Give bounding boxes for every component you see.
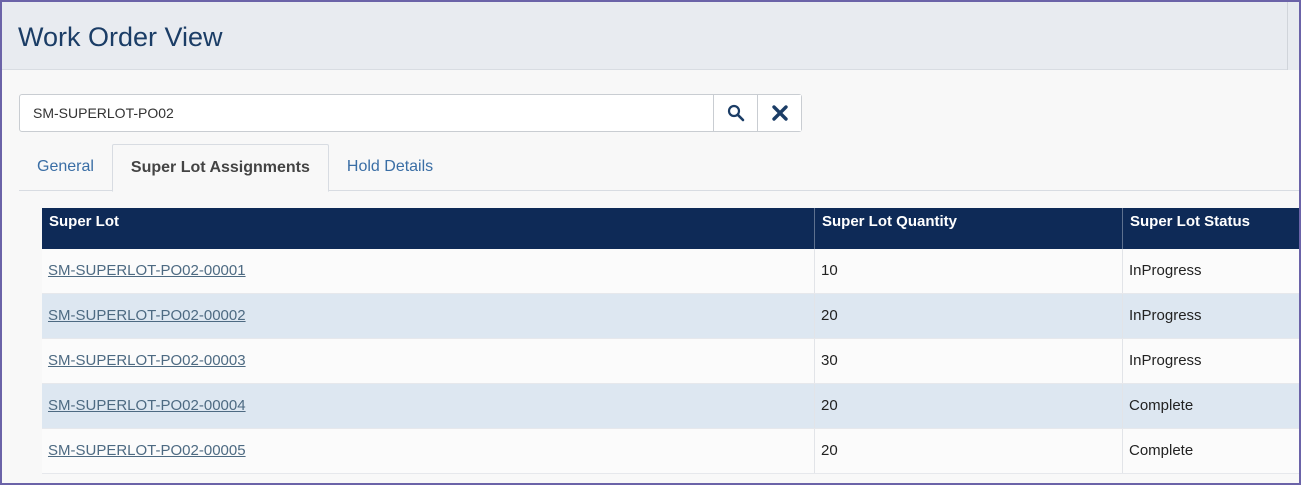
tab-super-lot-assignments[interactable]: Super Lot Assignments: [111, 144, 329, 192]
search-input[interactable]: [20, 95, 713, 131]
table-header: Super Lot Super Lot Quantity Super Lot S…: [42, 208, 1299, 249]
super-lot-link[interactable]: SM-SUPERLOT-PO02-00005: [48, 442, 246, 459]
clear-button[interactable]: [757, 95, 801, 131]
page-header: Work Order View: [2, 2, 1299, 70]
table-row: SM-SUPERLOT-PO02-00001 10 InProgress: [42, 249, 1299, 294]
search-bar: [19, 94, 802, 132]
cell-super-lot: SM-SUPERLOT-PO02-00003: [42, 339, 815, 383]
app-window: Work Order View General Super Lot Assign…: [0, 0, 1301, 485]
cell-status: InProgress: [1129, 262, 1202, 279]
table-row: SM-SUPERLOT-PO02-00004 20 Complete: [42, 384, 1299, 429]
header-edge: [1287, 2, 1299, 70]
cell-quantity: 10: [815, 249, 1123, 293]
column-header-status[interactable]: Super Lot Status: [1123, 208, 1299, 249]
cell-quantity: 30: [815, 339, 1123, 383]
cell-super-lot: SM-SUPERLOT-PO02-00001: [42, 249, 815, 293]
table-row: SM-SUPERLOT-PO02-00002 20 InProgress: [42, 294, 1299, 339]
cell-status: Complete: [1129, 397, 1194, 414]
super-lot-link[interactable]: SM-SUPERLOT-PO02-00004: [48, 397, 246, 414]
tab-bar: General Super Lot Assignments Hold Detai…: [19, 144, 1299, 192]
super-lot-link[interactable]: SM-SUPERLOT-PO02-00001: [48, 262, 246, 279]
cell-super-lot: SM-SUPERLOT-PO02-00004: [42, 384, 815, 428]
search-icon: [727, 104, 744, 122]
cell-super-lot: SM-SUPERLOT-PO02-00002: [42, 294, 815, 338]
cell-quantity: 20: [815, 384, 1123, 428]
super-lot-table: Super Lot Super Lot Quantity Super Lot S…: [42, 208, 1299, 474]
table-row: SM-SUPERLOT-PO02-00005 20 Complete: [42, 429, 1299, 474]
tab-general[interactable]: General: [19, 144, 112, 191]
cell-quantity: 20: [815, 429, 1123, 473]
table-row: SM-SUPERLOT-PO02-00003 30 InProgress: [42, 339, 1299, 384]
close-icon: [771, 105, 788, 121]
cell-super-lot: SM-SUPERLOT-PO02-00005: [42, 429, 815, 473]
column-header-quantity[interactable]: Super Lot Quantity: [815, 208, 1123, 249]
column-header-super-lot[interactable]: Super Lot: [42, 208, 815, 249]
cell-status: InProgress: [1129, 307, 1202, 324]
cell-status: Complete: [1129, 442, 1194, 459]
tab-hold-details[interactable]: Hold Details: [329, 144, 451, 191]
cell-status: InProgress: [1129, 352, 1202, 369]
search-button[interactable]: [713, 95, 757, 131]
super-lot-link[interactable]: SM-SUPERLOT-PO02-00003: [48, 352, 246, 369]
page-title: Work Order View: [18, 22, 223, 52]
cell-quantity: 20: [815, 294, 1123, 338]
super-lot-link[interactable]: SM-SUPERLOT-PO02-00002: [48, 307, 246, 324]
